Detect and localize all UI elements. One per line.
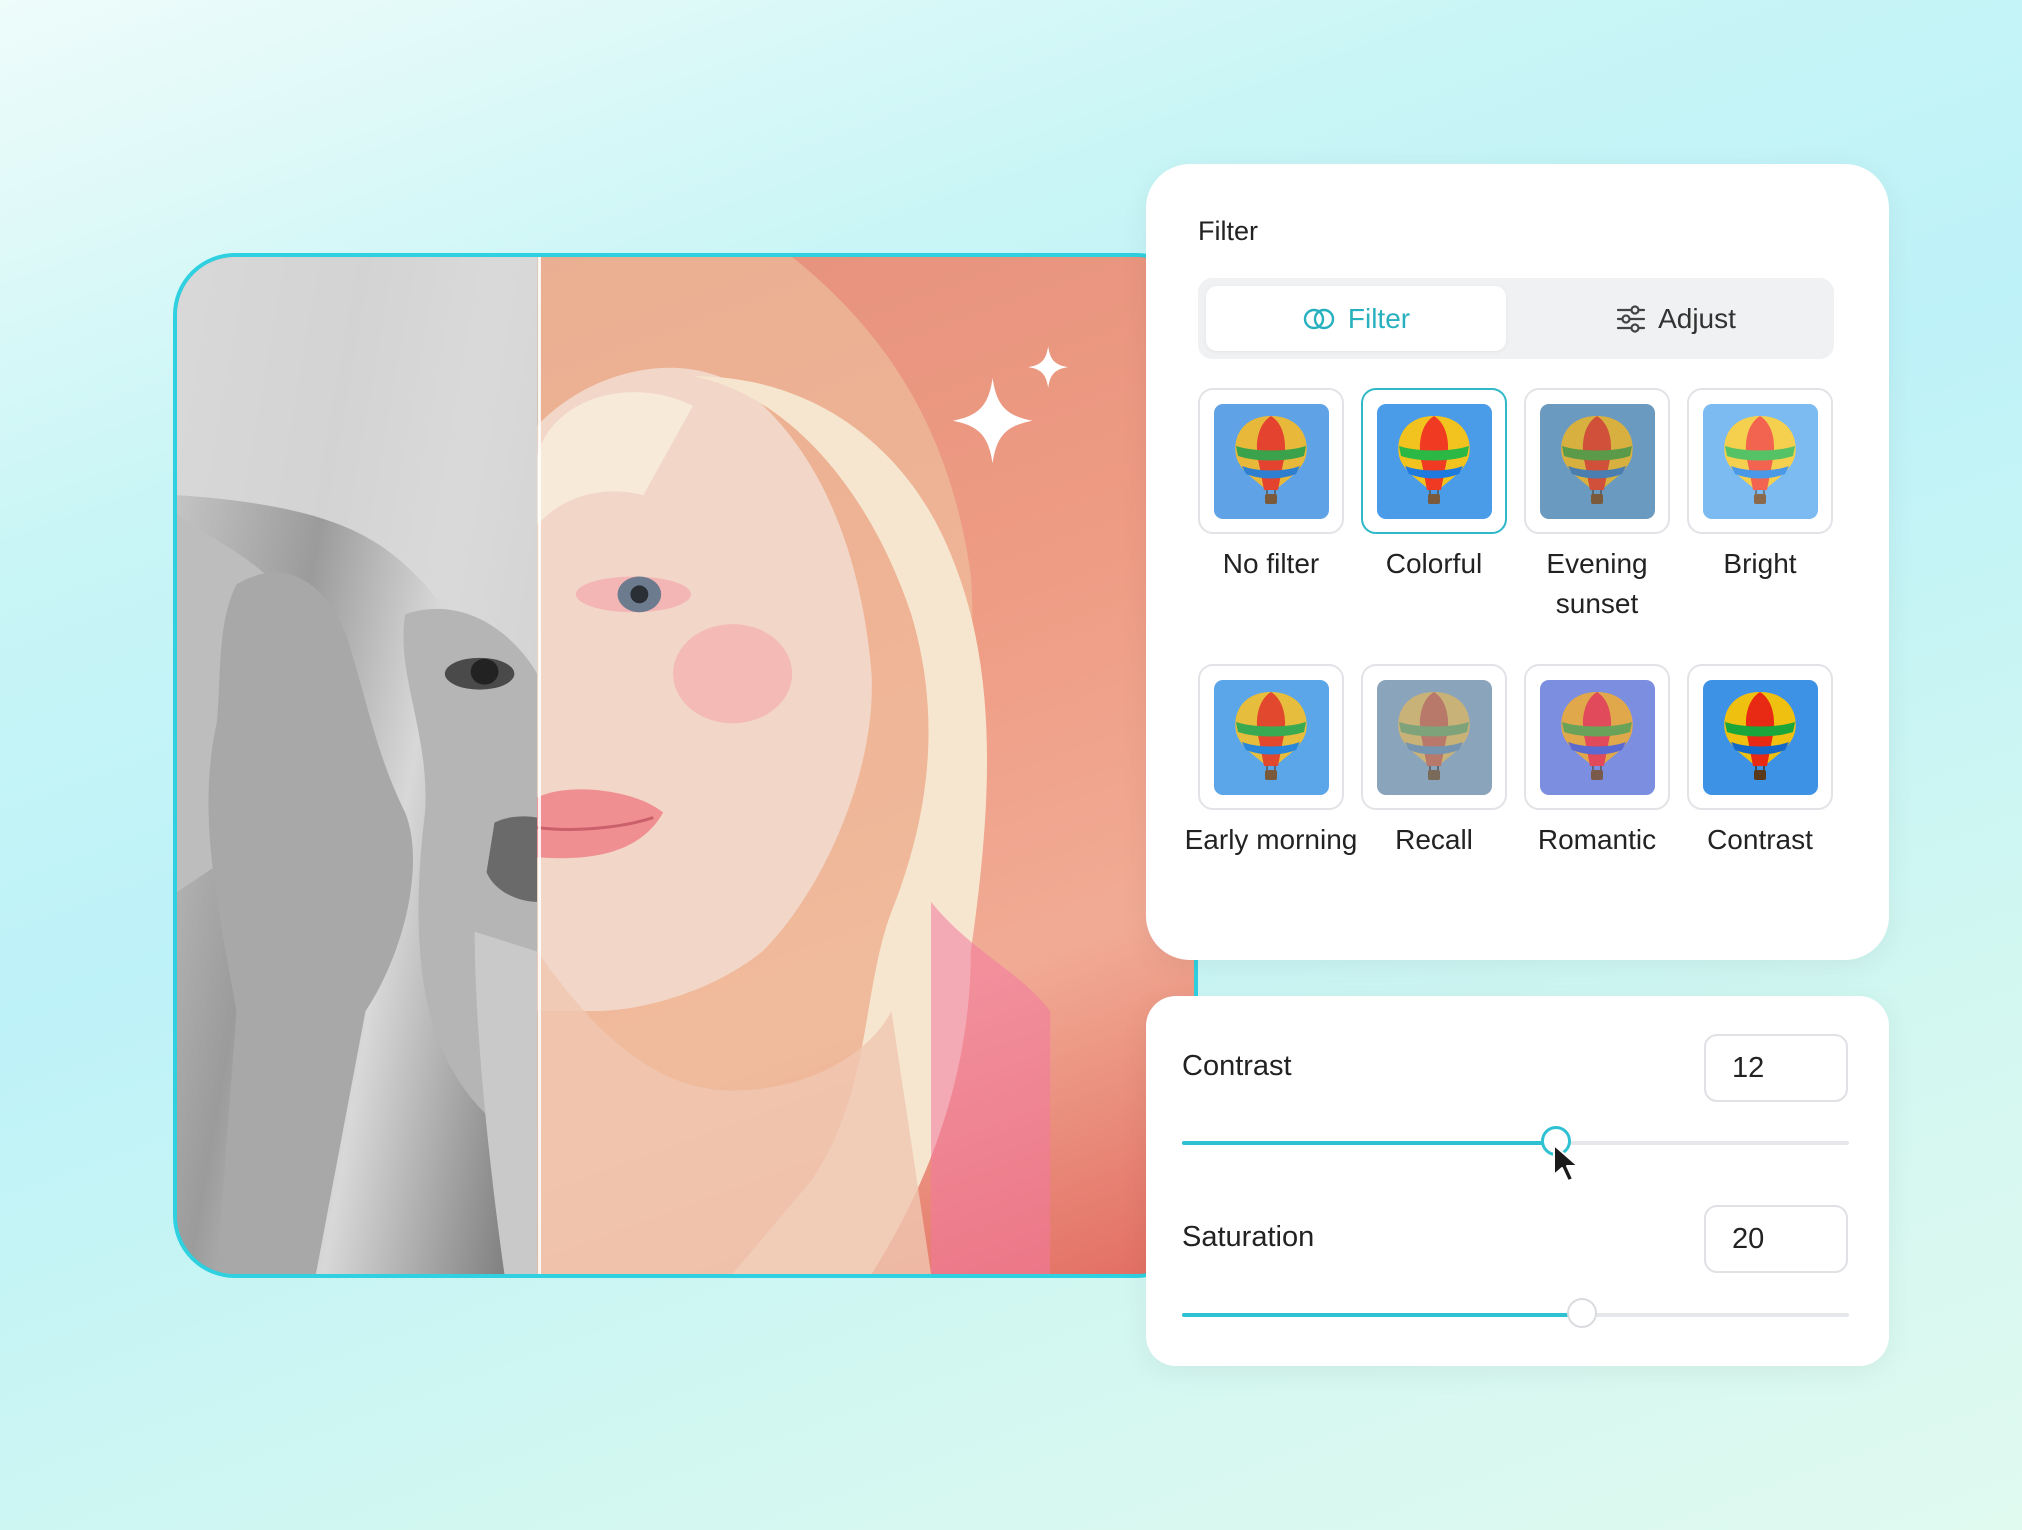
filter-label: Bright <box>1723 548 1797 579</box>
adjust-panel: Contrast 12 Saturation 20 <box>1146 996 1889 1366</box>
overlap-circles-icon <box>1303 308 1335 329</box>
balloon-thumbnail <box>1702 403 1818 519</box>
filter-option-colorful[interactable]: Colorful <box>1361 388 1507 584</box>
saturation-label: Saturation <box>1182 1221 1315 1253</box>
contrast-slider-fill <box>1182 1141 1556 1145</box>
balloon-thumbnail <box>1539 403 1655 519</box>
filter-panel: Filter Filter Adjust No filter Colorful … <box>1146 164 1889 960</box>
filter-label: No filter <box>1222 548 1320 579</box>
contrast-label: Contrast <box>1182 1050 1292 1082</box>
mouse-pointer-icon <box>1553 1144 1579 1182</box>
balloon-thumbnail <box>1213 403 1329 519</box>
filter-label: Contrast <box>1707 824 1813 855</box>
filter-option-romantic[interactable]: Romantic <box>1524 664 1670 860</box>
filter-label: Romantic <box>1537 824 1657 855</box>
saturation-value-input[interactable]: 20 <box>1704 1205 1848 1273</box>
filter-label: Early morning <box>1184 824 1358 855</box>
filter-option-recall[interactable]: Recall <box>1361 664 1507 860</box>
balloon-thumbnail <box>1376 679 1492 795</box>
tab-filter-label: Filter <box>1347 302 1411 334</box>
portrait-illustration <box>177 257 1068 1274</box>
balloon-thumbnail <box>1539 679 1655 795</box>
saturation-slider-handle[interactable] <box>1567 1298 1598 1328</box>
sparkle-small-icon <box>1028 346 1068 388</box>
balloon-thumbnail <box>1702 679 1818 795</box>
filter-thumbnail-frame <box>1687 664 1833 810</box>
filter-option-contrast[interactable]: Contrast <box>1687 664 1833 860</box>
saturation-slider[interactable] <box>1182 1298 1849 1328</box>
photo-comparison <box>173 253 1198 1278</box>
sparkle-large-icon <box>952 378 1033 464</box>
filter-thumbnail-frame <box>1198 664 1344 810</box>
filter-thumbnail-frame <box>1361 388 1507 534</box>
contrast-value-input[interactable]: 12 <box>1704 1034 1848 1102</box>
filter-label: Recall <box>1395 824 1473 855</box>
filter-label: Colorful <box>1385 548 1483 579</box>
comparison-divider-handle[interactable] <box>538 257 541 1274</box>
filter-thumbnail-frame <box>1687 388 1833 534</box>
saturation-slider-fill <box>1182 1313 1583 1317</box>
panel-title: Filter <box>1198 216 1258 246</box>
filter-option-evening-sunset[interactable]: Evening sunset <box>1524 388 1670 624</box>
balloon-thumbnail <box>1213 679 1329 795</box>
filter-option-no-filter[interactable]: No filter <box>1198 388 1344 584</box>
filter-thumbnail-frame <box>1524 664 1670 810</box>
filter-thumbnail-frame <box>1524 388 1670 534</box>
contrast-slider[interactable] <box>1182 1126 1849 1156</box>
balloon-thumbnail <box>1376 403 1492 519</box>
filter-adjust-toggle: Filter Adjust <box>1198 278 1834 359</box>
filter-thumbnail-frame <box>1198 388 1344 534</box>
filter-thumbnail-frame <box>1361 664 1507 810</box>
filter-label: Evening sunset <box>1546 548 1648 619</box>
tab-filter[interactable]: Filter <box>1206 286 1506 351</box>
tab-adjust[interactable]: Adjust <box>1526 286 1826 351</box>
filter-option-bright[interactable]: Bright <box>1687 388 1833 584</box>
tab-adjust-label: Adjust <box>1658 302 1736 334</box>
sliders-icon <box>1616 304 1646 333</box>
filter-option-early-morning[interactable]: Early morning <box>1185 664 1357 860</box>
